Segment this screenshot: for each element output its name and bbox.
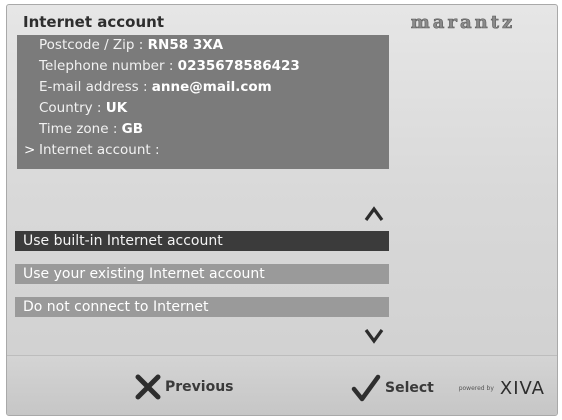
info-row-timezone: Time zone : GB bbox=[39, 121, 144, 137]
powered-by-text: powered by bbox=[458, 385, 494, 392]
option-existing-account[interactable]: Use your existing Internet account bbox=[15, 264, 389, 284]
info-row-internet-account: Internet account : bbox=[39, 142, 160, 158]
select-label: Select bbox=[385, 380, 434, 396]
x-icon bbox=[135, 374, 161, 400]
info-row-email: E-mail address : anne@mail.com bbox=[39, 79, 272, 95]
checkmark-icon bbox=[351, 374, 381, 402]
footer-bar: Previous Select powered by XIVA bbox=[7, 355, 557, 415]
svg-text:marantz: marantz bbox=[411, 12, 515, 32]
marantz-logo: marantz bbox=[383, 12, 543, 34]
info-row-telephone: Telephone number : 0235678586423 bbox=[39, 58, 300, 74]
account-info-panel: Postcode / Zip : RN58 3XA Telephone numb… bbox=[17, 35, 389, 169]
chevron-up-icon bbox=[364, 206, 384, 221]
platform-name: XIVA bbox=[499, 378, 545, 399]
chevron-down-icon bbox=[364, 329, 384, 344]
page-title: Internet account bbox=[23, 13, 164, 31]
scroll-down-button[interactable] bbox=[362, 327, 386, 345]
previous-label: Previous bbox=[165, 379, 234, 395]
previous-button[interactable]: Previous bbox=[135, 374, 234, 400]
option-built-in-account[interactable]: Use built-in Internet account bbox=[15, 231, 389, 251]
xiva-logo: powered by XIVA bbox=[459, 378, 545, 399]
current-field-marker: > bbox=[24, 142, 36, 158]
screen: Internet account marantz Postcode / Zip … bbox=[6, 4, 558, 416]
scroll-up-button[interactable] bbox=[362, 205, 386, 223]
select-button[interactable]: Select bbox=[351, 374, 434, 402]
option-no-internet[interactable]: Do not connect to Internet bbox=[15, 297, 389, 317]
info-row-postcode: Postcode / Zip : RN58 3XA bbox=[39, 37, 224, 53]
info-row-country: Country : UK bbox=[39, 100, 128, 116]
